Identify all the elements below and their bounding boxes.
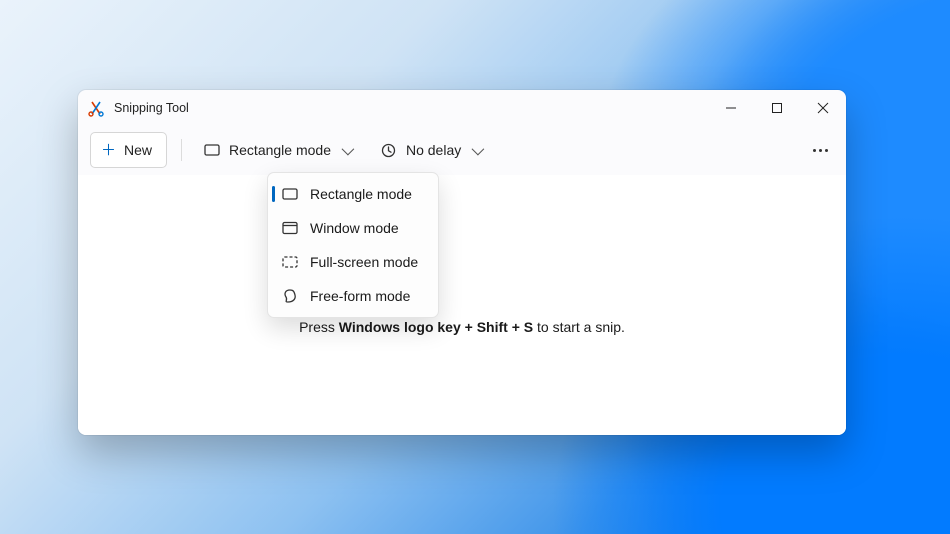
toolbar: ＋ New Rectangle mode No delay (78, 126, 846, 175)
hint-prefix: Press (299, 319, 339, 335)
delay-dropdown-label: No delay (406, 142, 461, 158)
content-area: Press Windows logo key + Shift + S to st… (78, 175, 846, 435)
mode-menu-item-freeform[interactable]: Free-form mode (272, 279, 434, 313)
mode-dropdown[interactable]: Rectangle mode (196, 133, 359, 167)
hint-text: Press Windows logo key + Shift + S to st… (78, 319, 846, 335)
snipping-tool-window: Snipping Tool ＋ New (78, 90, 846, 435)
menu-item-label: Free-form mode (310, 288, 410, 304)
chevron-down-icon (472, 142, 485, 155)
plus-icon: ＋ (101, 143, 116, 158)
hint-shortcut: Windows logo key + Shift + S (339, 319, 533, 335)
window-controls (708, 90, 846, 126)
mode-menu-item-window[interactable]: Window mode (272, 211, 434, 245)
hint-suffix: to start a snip. (533, 319, 625, 335)
more-button[interactable] (807, 135, 834, 165)
minimize-button[interactable] (708, 90, 754, 126)
maximize-button[interactable] (754, 90, 800, 126)
menu-item-label: Rectangle mode (310, 186, 412, 202)
rectangle-mode-icon (282, 186, 298, 202)
mode-menu-item-fullscreen[interactable]: Full-screen mode (272, 245, 434, 279)
freeform-mode-icon (282, 288, 298, 304)
new-button-label: New (124, 142, 152, 158)
mode-dropdown-label: Rectangle mode (229, 142, 331, 158)
chevron-down-icon (342, 142, 355, 155)
menu-item-label: Full-screen mode (310, 254, 418, 270)
rectangle-mode-icon (204, 142, 220, 158)
window-mode-icon (282, 220, 298, 236)
desktop-wallpaper: Snipping Tool ＋ New (0, 0, 950, 534)
fullscreen-mode-icon (282, 254, 298, 270)
delay-dropdown[interactable]: No delay (373, 133, 489, 167)
window-title: Snipping Tool (114, 101, 189, 115)
new-button[interactable]: ＋ New (90, 132, 167, 168)
more-icon (813, 149, 816, 152)
app-icon (88, 100, 104, 116)
separator (181, 139, 182, 161)
mode-menu-item-rectangle[interactable]: Rectangle mode (272, 177, 434, 211)
mode-menu: Rectangle mode Window mode Full-scr (267, 172, 439, 318)
clock-icon (381, 142, 397, 158)
close-button[interactable] (800, 90, 846, 126)
titlebar: Snipping Tool (78, 90, 846, 126)
menu-item-label: Window mode (310, 220, 399, 236)
